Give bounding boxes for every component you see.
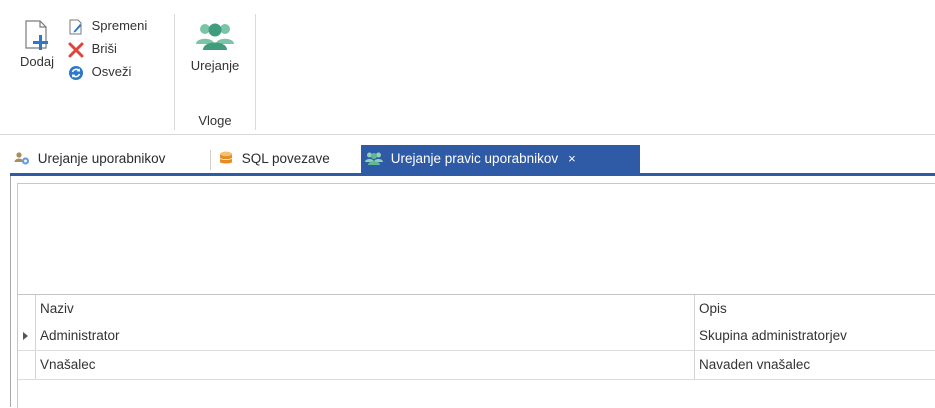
delete-button-label: Briši — [91, 41, 117, 56]
cell-naziv[interactable]: Administrator — [36, 322, 692, 350]
roles-edit-button[interactable]: Urejanje — [177, 18, 253, 73]
tab-label: Urejanje uporabnikov — [37, 151, 166, 166]
users-gear-icon — [14, 151, 38, 166]
table-row[interactable]: Administrator Skupina administratorjev — [18, 322, 935, 351]
delete-x-icon — [68, 41, 92, 58]
refresh-icon — [68, 64, 92, 80]
grid-header: Naziv Opis — [18, 294, 935, 323]
document-tabstrip: Urejanje uporabnikov SQL povezave Urejan… — [10, 145, 935, 176]
ribbon-group-actions: Dodaj Spremeni Briši Osveži — [6, 14, 175, 130]
ribbon: Dodaj Spremeni Briši Osveži Urejanje Vlo… — [0, 0, 935, 135]
tab-sql-povezave[interactable]: SQL povezave — [214, 145, 360, 173]
refresh-button-label: Osveži — [91, 64, 132, 79]
tab-label: SQL povezave — [241, 151, 330, 166]
add-document-icon — [8, 18, 66, 52]
tab-urejanje-uporabnikov[interactable]: Urejanje uporabnikov — [10, 145, 206, 173]
tab-separator — [210, 150, 211, 170]
close-tab-icon[interactable]: × — [568, 151, 576, 166]
add-button-label: Dodaj — [20, 54, 54, 69]
roles-group-label: Vloge — [198, 113, 232, 128]
column-header-opis[interactable]: Opis — [695, 295, 935, 322]
delete-button[interactable]: Briši — [68, 39, 117, 59]
users-icon — [365, 151, 391, 166]
current-row-indicator-icon — [23, 332, 28, 340]
edit-button[interactable]: Spremeni — [68, 16, 147, 36]
column-header-naziv[interactable]: Naziv — [36, 295, 692, 322]
table-row[interactable]: Vnašalec Navaden vnašalec — [18, 351, 935, 380]
add-button[interactable]: Dodaj — [8, 18, 66, 69]
edit-button-label: Spremeni — [91, 18, 148, 33]
roles-edit-button-label: Urejanje — [190, 58, 240, 73]
row-indicator-header — [18, 295, 35, 322]
database-link-icon — [218, 151, 242, 166]
cell-opis[interactable]: Navaden vnašalec — [695, 351, 935, 379]
grid-panel: Naziv Opis Administrator Skupina adminis… — [17, 183, 935, 408]
users-group-icon — [177, 18, 253, 52]
tab-urejanje-pravic-uporabnikov[interactable]: Urejanje pravic uporabnikov × — [361, 145, 640, 173]
edit-document-icon — [68, 18, 92, 35]
cell-opis[interactable]: Skupina administratorjev — [695, 322, 935, 350]
ribbon-group-roles: Urejanje Vloge — [175, 14, 256, 130]
tab-label: Urejanje pravic uporabnikov — [390, 151, 559, 166]
refresh-button[interactable]: Osveži — [68, 62, 131, 82]
cell-naziv[interactable]: Vnašalec — [36, 351, 692, 379]
